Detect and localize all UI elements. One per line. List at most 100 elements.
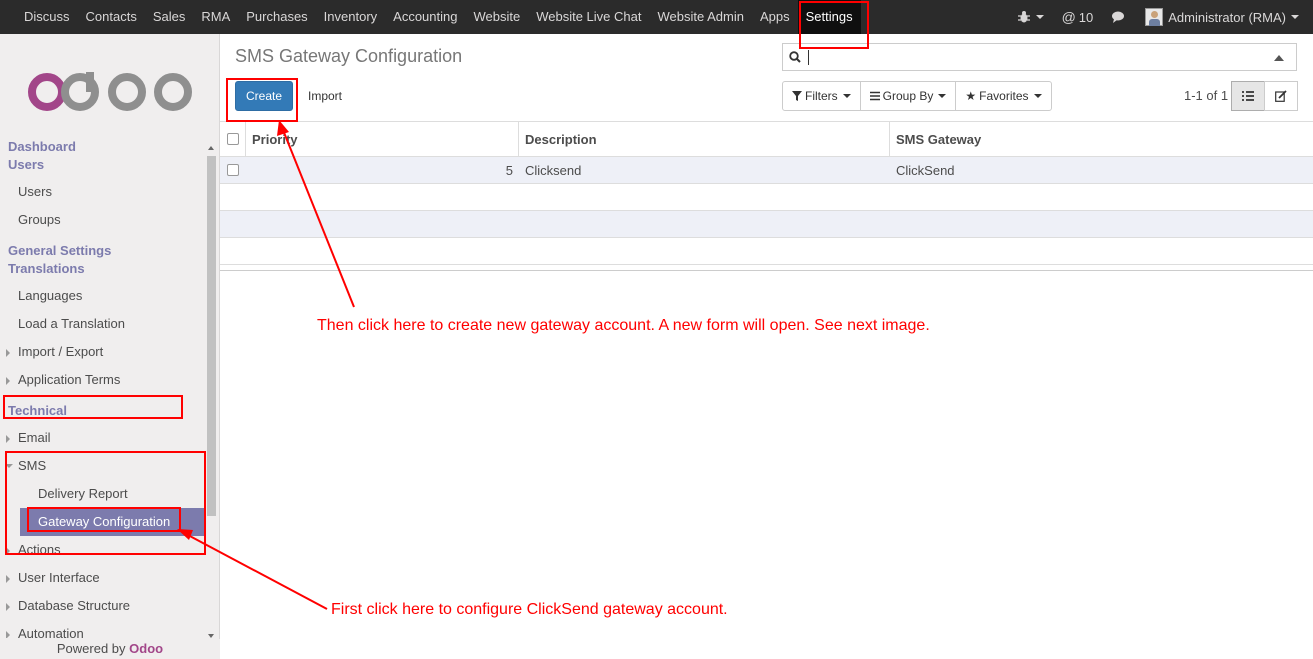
- create-button[interactable]: Create: [235, 81, 293, 111]
- text-cursor: [808, 50, 809, 65]
- sidebar-item-gateway-configuration[interactable]: Gateway Configuration: [20, 508, 206, 536]
- chevron-down-icon: [1291, 15, 1299, 19]
- group-by-dropdown[interactable]: Group By: [861, 82, 957, 110]
- sidebar-item-application-terms[interactable]: Application Terms: [0, 366, 206, 394]
- filters-dropdown[interactable]: Filters: [783, 82, 861, 110]
- empty-row: [220, 211, 1313, 238]
- chevron-down-icon: [938, 94, 947, 98]
- menu-website-admin[interactable]: Website Admin: [649, 0, 751, 34]
- at-icon: @: [1061, 9, 1076, 25]
- cell-priority: 5: [505, 162, 513, 178]
- select-all-cell: [220, 122, 246, 156]
- user-menu[interactable]: Administrator (RMA): [1145, 8, 1299, 26]
- favorites-label: Favorites: [979, 89, 1029, 103]
- sidebar-item-user-interface[interactable]: User Interface: [0, 564, 206, 592]
- chat-button[interactable]: [1111, 10, 1127, 24]
- row-checkbox[interactable]: [227, 164, 239, 176]
- empty-row: [220, 238, 1313, 265]
- sidebar-item-import-export[interactable]: Import / Export: [0, 338, 206, 366]
- sidebar-item-dashboard[interactable]: Dashboard: [0, 138, 206, 156]
- sidebar-item-actions[interactable]: Actions: [0, 536, 206, 564]
- annotation-create: Then click here to create new gateway ac…: [317, 317, 930, 334]
- column-header-priority[interactable]: Priority: [246, 122, 519, 156]
- chat-icon: [1112, 11, 1125, 23]
- scrollbar-thumb[interactable]: [207, 156, 216, 516]
- page-title: SMS Gateway Configuration: [235, 46, 463, 66]
- sidebar-item-sms[interactable]: SMS: [0, 452, 206, 480]
- bars-icon: [869, 91, 880, 101]
- menu-contacts[interactable]: Contacts: [78, 0, 145, 34]
- cell-description: Clicksend: [525, 162, 582, 178]
- debug-menu[interactable]: [1017, 10, 1044, 24]
- filter-icon: [792, 91, 802, 101]
- view-switcher: [1231, 81, 1298, 111]
- menu-sales[interactable]: Sales: [145, 0, 194, 34]
- sidebar-header-translations[interactable]: Translations: [0, 260, 206, 278]
- notification-count: 10: [1078, 9, 1094, 25]
- chevron-down-icon: [842, 94, 851, 98]
- user-name: Administrator (RMA): [1168, 9, 1286, 25]
- menu-purchases[interactable]: Purchases: [238, 0, 315, 34]
- avatar: [1145, 8, 1164, 26]
- pager-value[interactable]: 1-1 of 1: [1184, 88, 1228, 103]
- scroll-down-icon[interactable]: [208, 634, 214, 638]
- annotation-gateway-config: First click here to configure ClickSend …: [331, 601, 728, 618]
- table-footer: [220, 265, 1313, 271]
- sidebar-item-languages[interactable]: Languages: [0, 282, 206, 310]
- sidebar-item-general-settings[interactable]: General Settings: [0, 242, 206, 260]
- sidebar-scrollbar[interactable]: [206, 142, 217, 642]
- table-row[interactable]: 5 Clicksend ClickSend: [220, 157, 1313, 184]
- menu-website[interactable]: Website: [465, 0, 528, 34]
- cell-sms-gateway: ClickSend: [896, 162, 955, 178]
- search-input[interactable]: [782, 43, 1297, 71]
- star-icon: ★: [965, 89, 977, 103]
- list-view-button[interactable]: [1231, 81, 1265, 111]
- menu-discuss[interactable]: Discuss: [16, 0, 78, 34]
- powered-by-label: Powered by: [56, 641, 126, 656]
- menu-accounting[interactable]: Accounting: [385, 0, 465, 34]
- sidebar-header-users[interactable]: Users: [0, 156, 206, 174]
- systray: @ 10 Administrator (RMA): [999, 0, 1313, 34]
- menu-settings[interactable]: Settings: [797, 0, 861, 34]
- sidebar-item-users[interactable]: Users: [0, 178, 206, 206]
- column-header-sms-gateway[interactable]: SMS Gateway: [890, 122, 1313, 156]
- chevron-down-icon: [1033, 94, 1042, 98]
- powered-by: Powered by Odoo: [0, 639, 220, 659]
- row-select-cell: [220, 157, 246, 183]
- menu-apps[interactable]: Apps: [752, 0, 798, 34]
- bug-icon: [1017, 11, 1030, 23]
- favorites-dropdown[interactable]: ★ Favorites: [956, 82, 1050, 110]
- sidebar-item-automation[interactable]: Automation: [0, 620, 206, 638]
- table-header: Priority Description SMS Gateway: [220, 121, 1313, 157]
- sidebar: Dashboard Users Users Groups General Set…: [0, 34, 220, 659]
- menu-rma[interactable]: RMA: [193, 0, 238, 34]
- sidebar-item-database-structure[interactable]: Database Structure: [0, 592, 206, 620]
- import-button[interactable]: Import: [297, 81, 353, 111]
- select-all-checkbox[interactable]: [226, 133, 239, 145]
- search-options-toggle-icon[interactable]: [1274, 55, 1284, 61]
- chevron-down-icon: [1035, 15, 1044, 19]
- form-view-button[interactable]: [1264, 81, 1298, 111]
- sidebar-item-delivery-report[interactable]: Delivery Report: [20, 480, 206, 508]
- filters-label: Filters: [805, 89, 838, 103]
- sidebar-item-email[interactable]: Email: [0, 424, 206, 452]
- top-navbar: Discuss Contacts Sales RMA Purchases Inv…: [0, 0, 1313, 34]
- group-by-label: Group By: [882, 89, 934, 103]
- powered-by-brand[interactable]: Odoo: [129, 641, 163, 656]
- menu-inventory[interactable]: Inventory: [316, 0, 385, 34]
- search-icon: [789, 51, 801, 63]
- notifications-button[interactable]: @ 10: [1062, 9, 1094, 25]
- edit-icon: [1275, 90, 1287, 102]
- odoo-logo: [28, 72, 192, 111]
- sidebar-header-technical[interactable]: Technical: [0, 402, 206, 420]
- sidebar-item-load-translation[interactable]: Load a Translation: [0, 310, 206, 338]
- sidebar-item-groups[interactable]: Groups: [0, 206, 206, 234]
- search-filter-bar: Filters Group By ★ Favorites: [782, 81, 1052, 111]
- list-view: Priority Description SMS Gateway 5 Click…: [220, 121, 1313, 271]
- app-menu: Discuss Contacts Sales RMA Purchases Inv…: [0, 0, 861, 34]
- menu-website-live-chat[interactable]: Website Live Chat: [528, 0, 649, 34]
- sidebar-menu: Dashboard Users Users Groups General Set…: [0, 138, 206, 638]
- empty-row: [220, 184, 1313, 211]
- scroll-up-icon[interactable]: [208, 146, 214, 150]
- column-header-description[interactable]: Description: [519, 122, 890, 156]
